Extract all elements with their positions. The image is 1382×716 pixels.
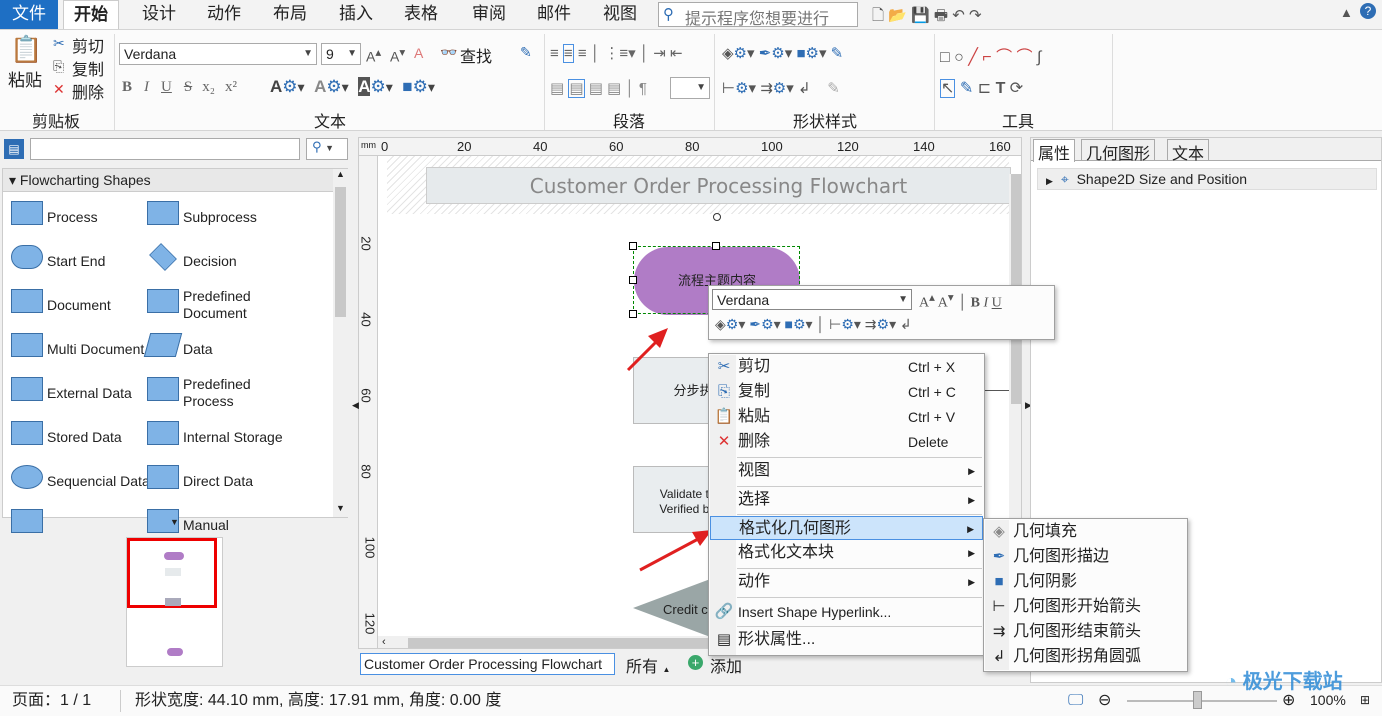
zoom-slider[interactable] [1127,700,1277,702]
zoom-out-icon[interactable]: ⊖ [1098,686,1111,715]
submenu-item-corner-round[interactable]: ↲ 几何图形拐角圆弧 [985,645,1186,669]
menu-item-copy[interactable]: ⎘ 复制 Ctrl + C [710,380,983,404]
stroke-icon: ✒ [992,548,1006,565]
menu-item-paste[interactable]: 📋 粘贴 Ctrl + V [710,405,983,429]
fullscreen-icon[interactable]: ⊞ [1360,686,1370,715]
submenu-arrow-icon: ▶ [968,577,975,587]
end-arrow-icon: ⇉ [992,623,1006,640]
corner-round-icon: ↲ [992,648,1006,665]
fill-icon: ◈ [993,523,1005,540]
shadow-icon: ■ [994,573,1004,590]
page-tab[interactable]: Customer Order Processing Flowchart [360,653,615,675]
add-page-button[interactable]: 添加 [710,653,742,677]
submenu-arrow-icon: ▶ [967,524,974,534]
delete-icon: ✕ [717,433,731,450]
properties-icon: ▤ [716,631,732,648]
menu-item-action[interactable]: 动作 ▶ [710,570,983,594]
mini-toolbar: Verdana ▼ A▴ A▾ │ B I U ◈⚙▾ ✒⚙▾ ■⚙▾ │ ⊢⚙▾… [708,285,1055,340]
mini-font-select[interactable]: Verdana ▼ [712,289,912,310]
submenu-item-end-arrow[interactable]: ⇉ 几何图形结束箭头 [985,620,1186,644]
annotation-arrow [639,536,701,572]
menu-separator [737,514,982,515]
submenu-arrow-icon: ▶ [968,548,975,558]
tab-properties[interactable]: 属性 [1033,139,1076,163]
property-group-row[interactable]: ▶ ⌖ Shape2D Size and Position [1037,168,1377,190]
menu-item-view[interactable]: 视图 ▶ [710,459,983,483]
menu-separator [737,626,982,627]
shape-size-icon: ⌖ [1060,171,1069,187]
scissors-icon: ✂ [717,358,731,375]
link-icon: 🔗 [714,603,734,620]
menu-separator [737,486,982,487]
submenu-arrow-icon: ▶ [968,466,975,476]
mini-format-buttons[interactable]: A▴ A▾ │ B I U [919,290,1002,312]
zoom-slider-thumb[interactable] [1193,691,1202,709]
copy-icon: ⎘ [717,383,730,400]
tab-geometry[interactable]: 几何图形 [1081,139,1156,163]
context-menu: ✂ 剪切 Ctrl + X ⎘ 复制 Ctrl + C 📋 粘贴 Ctrl + V ✕ 删除 D… [708,353,985,656]
submenu-item-shadow[interactable]: ■ 几何阴影 [985,570,1186,594]
menu-item-format-text-block[interactable]: 格式化文本块 ▶ [710,541,983,565]
add-page-icon[interactable]: + [688,655,703,670]
menu-item-cut[interactable]: ✂ 剪切 Ctrl + X [710,355,983,379]
all-pages-button[interactable]: 所有 ▲ [626,653,670,677]
status-bar: 页面：1 / 1 形状宽度: 44.10 mm, 高度: 17.91 mm, 角… [0,685,1382,716]
menu-item-delete[interactable]: ✕ 删除 Delete [710,430,983,454]
menu-item-select[interactable]: 选择 ▶ [710,488,983,512]
menu-item-insert-hyperlink[interactable]: 🔗 Insert Shape Hyperlink... [710,600,983,624]
submenu-item-fill[interactable]: ◈ 几何填充 [985,520,1186,544]
menu-separator [737,457,982,458]
menu-item-format-geometry[interactable]: 格式化几何图形 ▶ [710,516,983,540]
mini-style-buttons[interactable]: ◈⚙▾ ✒⚙▾ ■⚙▾ │ ⊢⚙▾ ⇉⚙▾ ↲ [715,316,912,333]
submenu-item-start-arrow[interactable]: ⊢ 几何图形开始箭头 [985,595,1186,619]
submenu-arrow-icon: ▶ [968,495,975,505]
page-indicator: 页面：1 / 1 [12,692,92,709]
format-geometry-submenu: ◈ 几何填充 ✒ 几何图形描边 ■ 几何阴影 ⊢ 几何图形开始箭头 ⇉ 几何图形结束箭头 … [983,518,1188,672]
tab-text[interactable]: 文本 [1167,139,1210,163]
shape-dimensions: 形状宽度: 44.10 mm, 高度: 17.91 mm, 角度: 0.00 度 [135,692,502,709]
paste-icon: 📋 [714,408,734,425]
menu-separator [737,597,982,598]
start-arrow-icon: ⊢ [992,598,1006,615]
submenu-item-stroke[interactable]: ✒ 几何图形描边 [985,545,1186,569]
watermark-logo: ◔ 极光下载站 [1225,671,1343,693]
menu-separator [737,568,982,569]
expand-icon: ▶ [1046,176,1053,186]
fit-page-icon[interactable]: 🖵 [1068,686,1083,715]
menu-item-shape-properties[interactable]: ▤ 形状属性... [710,628,983,652]
